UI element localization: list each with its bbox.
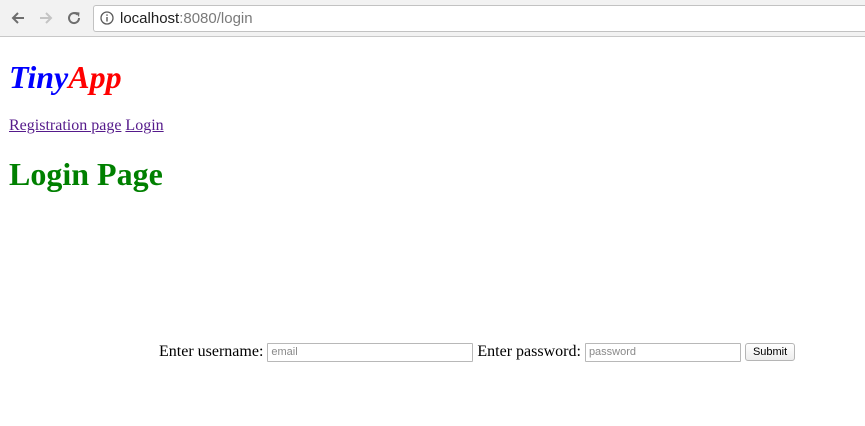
login-form: Enter username: Enter password: Submit <box>159 341 796 363</box>
app-logo: TinyApp <box>9 57 122 97</box>
url-path: :8080/login <box>179 10 253 27</box>
registration-link[interactable]: Registration page <box>9 117 121 134</box>
address-bar[interactable]: localhost:8080/login <box>93 5 865 32</box>
back-button[interactable] <box>7 7 29 29</box>
password-input[interactable] <box>584 342 741 362</box>
arrow-left-icon <box>11 12 24 24</box>
submit-button[interactable]: Submit <box>744 343 796 361</box>
reload-button[interactable] <box>63 7 85 29</box>
login-link[interactable]: Login <box>125 117 163 134</box>
password-label: Enter password: <box>477 343 581 360</box>
nav-links: Registration page Login <box>9 116 164 136</box>
url-text[interactable]: localhost:8080/login <box>120 6 253 31</box>
info-icon[interactable] <box>100 11 114 25</box>
logo-part-tiny: Tiny <box>9 59 69 95</box>
page-content: TinyApp Registration page Login Login Pa… <box>0 37 865 426</box>
page-title: Login Page <box>9 156 163 192</box>
username-label: Enter username: <box>159 343 264 360</box>
browser-toolbar: localhost:8080/login <box>0 0 865 37</box>
forward-button[interactable] <box>35 7 57 29</box>
reload-icon <box>68 12 81 25</box>
username-input[interactable] <box>267 342 474 362</box>
url-host: localhost <box>120 10 180 27</box>
logo-part-app: App <box>68 59 122 95</box>
arrow-right-icon <box>40 12 53 24</box>
